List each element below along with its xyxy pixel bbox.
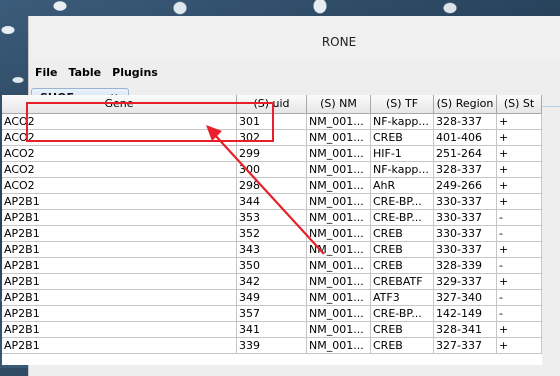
annotation-arrow [206,125,325,255]
